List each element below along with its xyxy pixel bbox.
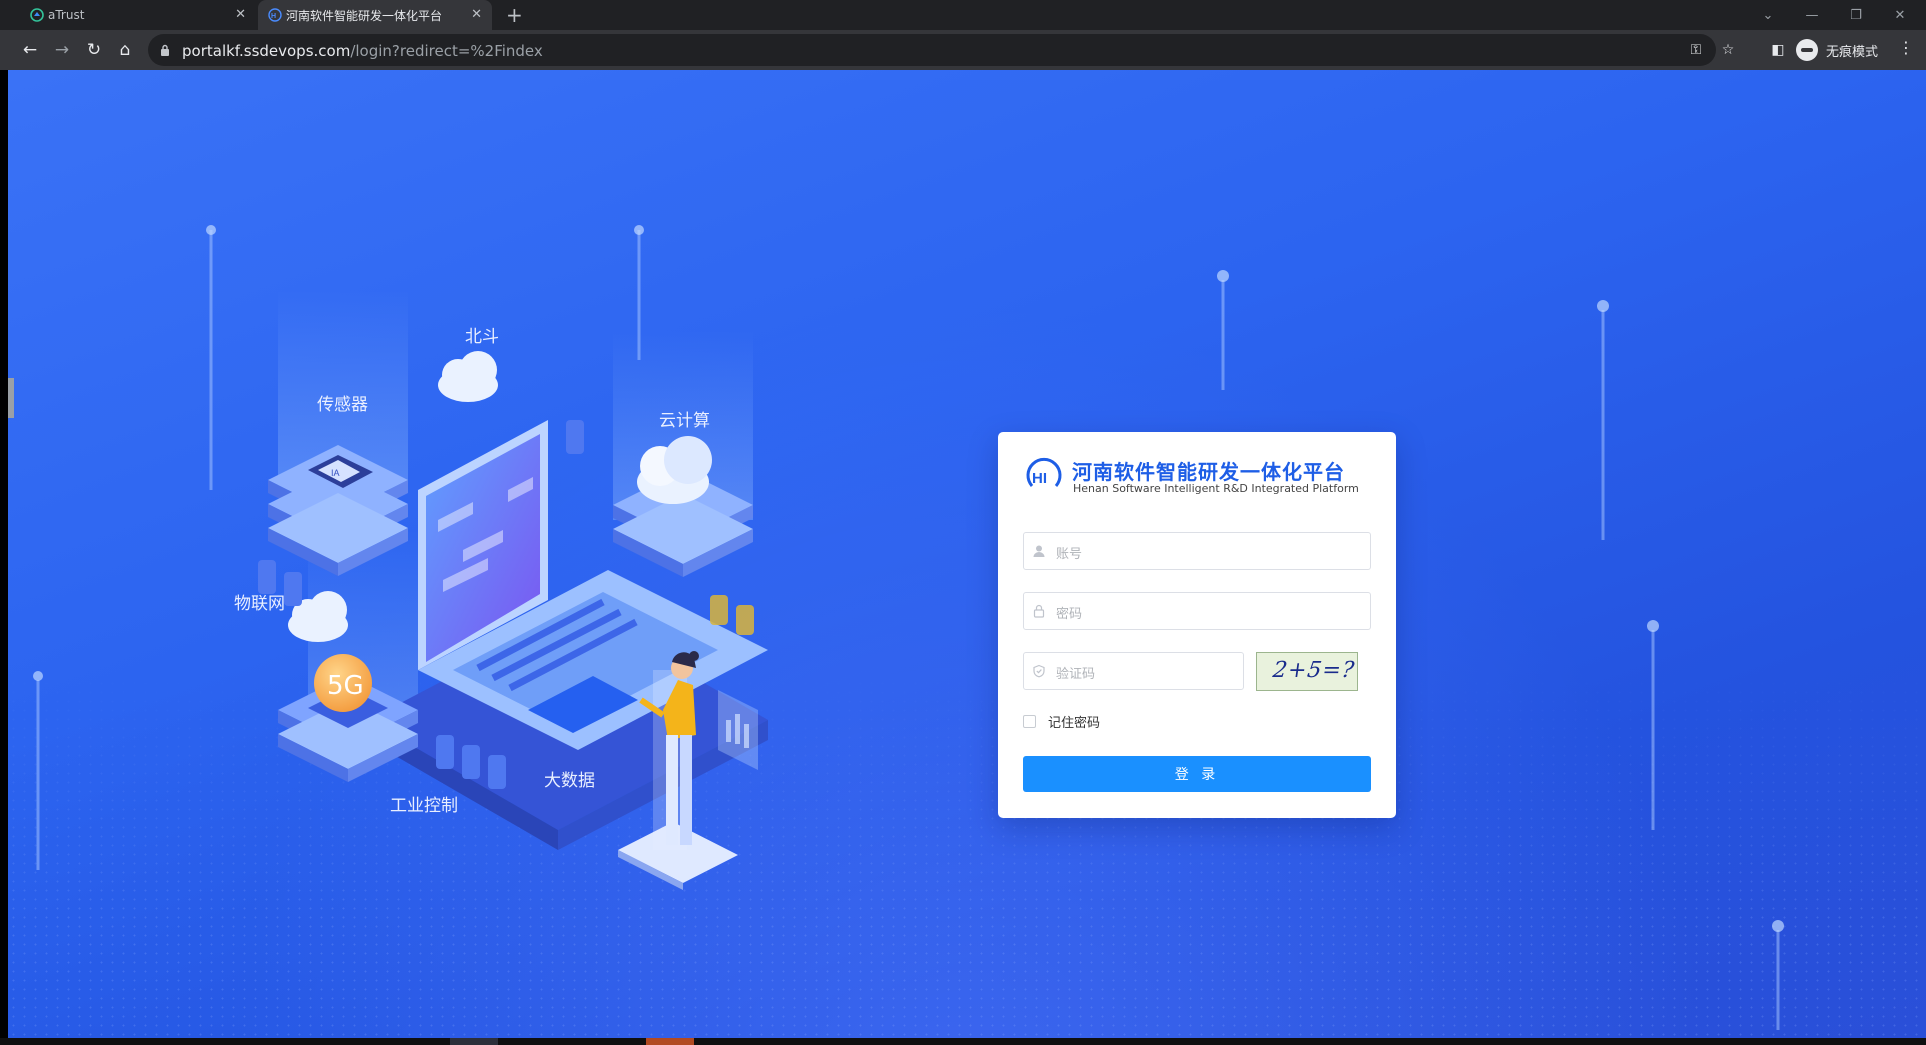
browser-tabstrip: aTrust ✕ H 河南软件智能研发一体化平台 ✕ + ⌄ — ❐ ✕ <box>0 0 1926 30</box>
login-button[interactable]: 登 录 <box>1023 756 1371 792</box>
login-card: HI 河南软件智能研发一体化平台 Henan Software Intellig… <box>998 432 1396 818</box>
svg-text:HI: HI <box>1032 470 1047 487</box>
restore-icon[interactable]: ❐ <box>1834 0 1878 30</box>
incognito-label: 无痕模式 <box>1826 44 1879 60</box>
browser-toolbar: ← → ↻ ⌂ portalkf.ssdevops.com/login?redi… <box>0 30 1926 70</box>
shield-icon <box>1033 664 1045 678</box>
url-host: portalkf.ssdevops.com <box>182 42 351 60</box>
side-panel-icon[interactable]: ◧ <box>1768 40 1788 60</box>
account-field[interactable]: 账号 <box>1023 532 1371 570</box>
brand-subtitle: Henan Software Intelligent R&D Integrate… <box>1073 482 1359 495</box>
lock-icon <box>1033 604 1045 618</box>
iot-illustration: IA 北斗 传感器 云计算 物联网 5G 工业控制 大数据 <box>234 230 968 990</box>
platform-logo-icon: HI <box>1026 457 1062 487</box>
key-icon[interactable]: ⚿ <box>1686 40 1706 60</box>
label-cloud-computing: 云计算 <box>659 411 710 431</box>
remember-password[interactable]: 记住密码 <box>1023 712 1100 731</box>
incognito-indicator[interactable]: 无痕模式 <box>1796 35 1878 65</box>
password-placeholder: 密码 <box>1056 607 1083 622</box>
label-industrial-control: 工业控制 <box>390 796 458 816</box>
svg-text:IA: IA <box>331 468 340 478</box>
account-placeholder: 账号 <box>1056 547 1083 562</box>
url-text: portalkf.ssdevops.com/login?redirect=%2F… <box>182 42 543 60</box>
atrust-favicon-icon <box>30 8 44 22</box>
svg-text:H: H <box>271 13 276 20</box>
tab-atrust[interactable]: aTrust ✕ <box>20 0 256 30</box>
user-icon <box>1033 545 1045 557</box>
incognito-icon <box>1796 39 1818 61</box>
reload-icon[interactable]: ↻ <box>82 38 106 62</box>
brand-title: 河南软件智能研发一体化平台 <box>1072 460 1345 484</box>
taskbar-app[interactable] <box>646 1038 694 1045</box>
tab-close-icon[interactable]: ✕ <box>471 7 482 23</box>
captcha-image[interactable]: 2+5=? <box>1256 652 1358 691</box>
captcha-text: 2+5=? <box>1271 658 1357 683</box>
platform-favicon-icon: H <box>268 8 282 22</box>
tab-search-icon[interactable]: ⌄ <box>1746 0 1790 30</box>
login-page: IA 北斗 传感器 云计算 物联网 5G 工业控制 大数据 HI 河南软件智能研… <box>8 70 1926 1038</box>
remember-checkbox[interactable] <box>1023 715 1036 728</box>
password-field[interactable]: 密码 <box>1023 592 1371 630</box>
new-tab-icon[interactable]: + <box>506 3 523 27</box>
minimize-icon[interactable]: — <box>1790 0 1834 30</box>
tab-close-icon[interactable]: ✕ <box>235 7 246 23</box>
taskbar-app[interactable] <box>450 1038 498 1045</box>
illustration-graphic: IA <box>258 290 768 890</box>
url-path: /login?redirect=%2Findex <box>350 42 543 60</box>
lock-icon <box>161 44 169 56</box>
back-icon[interactable]: ← <box>18 38 42 62</box>
forward-icon[interactable]: → <box>50 38 74 62</box>
label-5g: 5G <box>327 671 364 701</box>
tab-title: 河南软件智能研发一体化平台 <box>286 8 443 23</box>
os-taskbar <box>0 1038 1926 1045</box>
tab-platform[interactable]: H 河南软件智能研发一体化平台 ✕ <box>258 0 492 30</box>
captcha-placeholder: 验证码 <box>1056 667 1096 682</box>
more-menu-icon[interactable]: ⋮ <box>1898 38 1914 57</box>
bookmark-star-icon[interactable]: ☆ <box>1718 40 1738 60</box>
tab-title: aTrust <box>48 8 85 22</box>
remember-label: 记住密码 <box>1048 716 1101 731</box>
address-bar[interactable]: portalkf.ssdevops.com/login?redirect=%2F… <box>148 34 1734 66</box>
label-iot: 物联网 <box>234 594 285 614</box>
close-window-icon[interactable]: ✕ <box>1878 0 1922 30</box>
label-big-data: 大数据 <box>544 771 595 791</box>
captcha-field[interactable]: 验证码 <box>1023 652 1244 690</box>
home-icon[interactable]: ⌂ <box>113 38 137 62</box>
label-sensor: 传感器 <box>317 395 368 415</box>
label-beidou: 北斗 <box>465 327 499 347</box>
